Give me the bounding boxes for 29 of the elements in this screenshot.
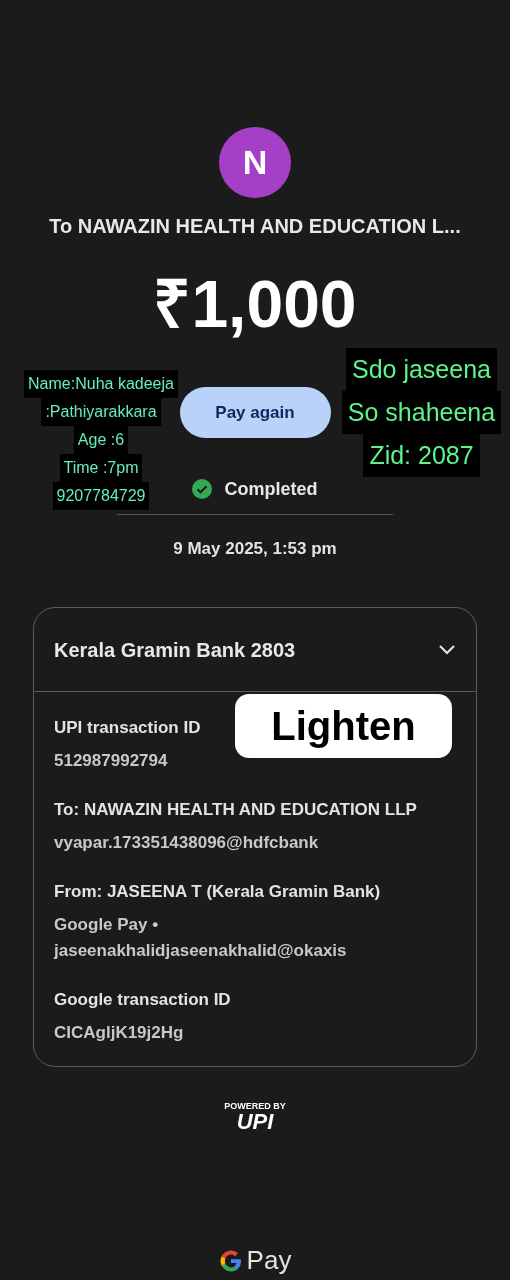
detail-value: 512987992794 <box>54 750 169 772</box>
note-text: Name:Nuha kadeeja <box>24 370 178 398</box>
note-text: Age :6 <box>73 426 129 454</box>
upi-logo-text: UPI <box>236 1111 274 1133</box>
note-text: Zid: 2087 <box>363 434 480 477</box>
brand-name: Pay <box>246 1244 292 1277</box>
detail-value: Google Pay • jaseenakhalidjaseenakhalid@okaxis <box>54 914 348 962</box>
note-text: :Pathiyarakkara <box>41 398 161 426</box>
amount: ₹1,000 <box>153 265 357 343</box>
detail-label: To: NAWAZIN HEALTH AND EDUCATION LLP <box>54 799 417 821</box>
bank-account-row[interactable]: Kerala Gramin Bank 2803 <box>34 608 476 692</box>
google-g-icon <box>218 1248 243 1273</box>
note-text: Sdo jaseena <box>346 348 497 391</box>
chevron-icon <box>438 643 456 656</box>
note-text: 9207784729 <box>52 482 150 510</box>
detail-value: CICAgljK19j2Hg <box>54 1022 185 1044</box>
detail-label: From: JASEENA T (Kerala Gramin Bank) <box>54 881 381 903</box>
note-text: Time :7pm <box>59 454 143 482</box>
detail-label: UPI transaction ID <box>54 717 201 739</box>
detail-label: Google transaction ID <box>54 989 231 1011</box>
pay-again-button[interactable]: Pay again <box>179 386 331 438</box>
sticker-label: Lighten <box>235 694 452 758</box>
status-label: Completed <box>224 477 318 501</box>
payee-title: To NAWAZIN HEALTH AND EDUCATION L... <box>49 213 461 239</box>
powered-by-label: POWERED BY <box>224 1101 286 1111</box>
note-text: So shaheena <box>341 391 502 434</box>
detail-value: vyapar.173351438096@hdfcbank <box>54 832 320 854</box>
transaction-date: 9 May 2025, 1:53 pm <box>173 538 337 560</box>
avatar: N <box>219 127 291 198</box>
